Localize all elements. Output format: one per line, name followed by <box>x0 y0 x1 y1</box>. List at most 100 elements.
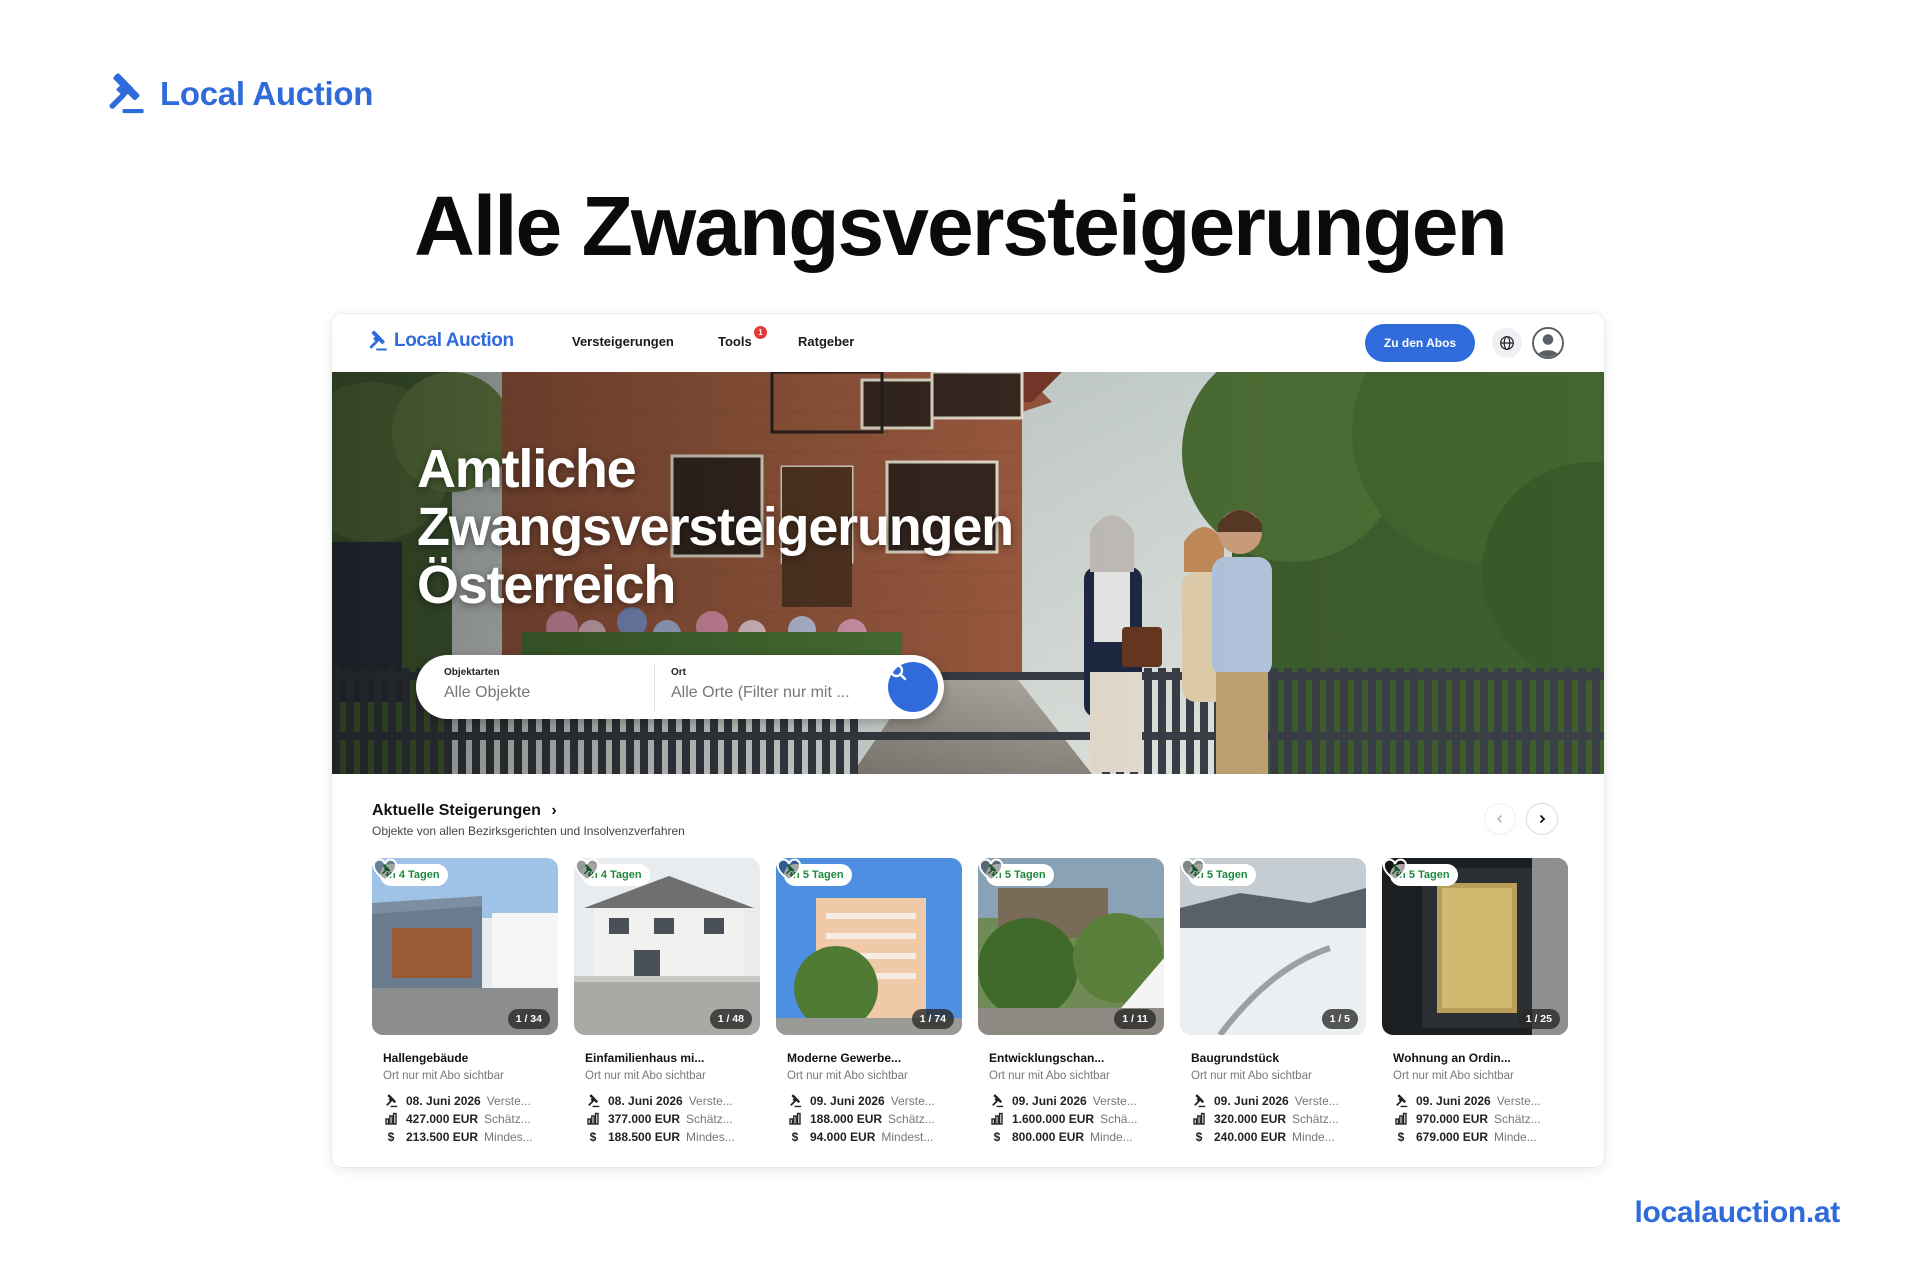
gavel-icon <box>990 1094 1004 1108</box>
image-counter: 1 / 25 <box>1517 1009 1560 1029</box>
chevron-left-icon <box>1496 814 1503 824</box>
user-avatar[interactable] <box>1532 327 1564 359</box>
auction-date-row: 08. Juni 2026 Verste... <box>586 1092 758 1110</box>
estimate-label: Schä... <box>1100 1112 1138 1126</box>
dollar-icon: $ <box>1195 1130 1203 1144</box>
estimate-label: Schätz... <box>484 1112 531 1126</box>
object-type-select[interactable]: Objektarten Alle Objekte <box>444 667 530 702</box>
section-subtitle: Objekte von allen Bezirksgerichten und I… <box>372 824 685 838</box>
auction-date-row: 09. Juni 2026 Verste... <box>1192 1092 1364 1110</box>
listing-image[interactable]: in 5 Tagen 1 / 25 <box>1382 858 1568 1035</box>
minimum-value: 240.000 EUR <box>1214 1130 1287 1144</box>
minimum-row: $ 94.000 EUR Mindest... <box>788 1128 960 1146</box>
auction-date: 09. Juni 2026 <box>1214 1094 1289 1108</box>
favorite-heart-icon[interactable] <box>1180 858 1206 884</box>
auction-date: 08. Juni 2026 <box>608 1094 683 1108</box>
hero-title: Amtliche Zwangsversteigerungen Österreic… <box>417 440 1117 614</box>
tools-notification-badge: 1 <box>754 326 767 339</box>
hero-title-line-1: Amtliche <box>417 439 637 499</box>
auction-date-label: Verste... <box>1496 1094 1541 1108</box>
gavel-icon <box>366 330 388 352</box>
location-value: Alle Orte (Filter nur mit ... <box>671 684 850 701</box>
bar-chart-icon <box>385 1112 397 1125</box>
bar-chart-icon <box>991 1112 1003 1125</box>
estimate-row: 188.000 EUR Schätz... <box>788 1110 960 1128</box>
minimum-value: 679.000 EUR <box>1416 1130 1489 1144</box>
gavel-icon <box>1192 1094 1206 1108</box>
listing-card[interactable]: in 5 Tagen 1 / 25 Wohnung an Ordin... Or… <box>1382 858 1568 1146</box>
image-counter: 1 / 48 <box>709 1009 752 1029</box>
nav-tools[interactable]: Tools <box>718 334 752 349</box>
minimum-row: $ 213.500 EUR Mindes... <box>384 1128 556 1146</box>
listing-card[interactable]: in 5 Tagen 1 / 74 Moderne Gewerbe... Ort… <box>776 858 962 1146</box>
carousel-next-button[interactable] <box>1526 803 1558 835</box>
listing-card[interactable]: in 4 Tagen 1 / 48 Einfamilienhaus mi... … <box>574 858 760 1146</box>
listing-image[interactable]: in 5 Tagen 1 / 5 <box>1180 858 1366 1035</box>
dollar-icon: $ <box>993 1130 1001 1144</box>
listing-image[interactable]: in 5 Tagen 1 / 74 <box>776 858 962 1035</box>
listing-card[interactable]: in 4 Tagen 1 / 34 Hallengebäude Ort nur … <box>372 858 558 1146</box>
subscriptions-button[interactable]: Zu den Abos <box>1365 324 1475 362</box>
auction-date: 09. Juni 2026 <box>1012 1094 1087 1108</box>
hero-title-line-3: Österreich <box>417 555 676 615</box>
listing-title[interactable]: Hallengebäude <box>383 1051 558 1065</box>
listing-title[interactable]: Entwicklungschan... <box>989 1051 1164 1065</box>
nav-ratgeber[interactable]: Ratgeber <box>798 334 854 349</box>
listing-card[interactable]: in 5 Tagen 1 / 11 Entwicklungschan... Or… <box>978 858 1164 1146</box>
bar-chart-icon <box>1193 1112 1205 1125</box>
bar-chart-icon <box>789 1112 801 1125</box>
auction-date-row: 09. Juni 2026 Verste... <box>990 1092 1162 1110</box>
app-logo[interactable]: Local Auction <box>366 330 514 352</box>
auction-date-row: 08. Juni 2026 Verste... <box>384 1092 556 1110</box>
listing-card[interactable]: in 5 Tagen 1 / 5 Baugrundstück Ort nur m… <box>1180 858 1366 1146</box>
favorite-heart-icon[interactable] <box>978 858 1004 884</box>
minimum-label: Mindest... <box>881 1130 934 1144</box>
auction-date-row: 09. Juni 2026 Verste... <box>1394 1092 1566 1110</box>
listing-carousel: in 4 Tagen 1 / 34 Hallengebäude Ort nur … <box>372 858 1572 1148</box>
auction-date-label: Verste... <box>890 1094 935 1108</box>
favorite-heart-icon[interactable] <box>372 858 398 884</box>
listing-location: Ort nur mit Abo sichtbar <box>989 1070 1110 1082</box>
favorite-heart-icon[interactable] <box>776 858 802 884</box>
listing-title[interactable]: Baugrundstück <box>1191 1051 1366 1065</box>
estimate-value: 377.000 EUR <box>608 1112 681 1126</box>
dollar-icon: $ <box>791 1130 799 1144</box>
listing-image[interactable]: in 4 Tagen 1 / 48 <box>574 858 760 1035</box>
website-url[interactable]: localauction.at <box>1634 1196 1840 1230</box>
location-select[interactable]: Ort Alle Orte (Filter nur mit ... <box>671 667 881 702</box>
gavel-icon <box>586 1094 600 1108</box>
dollar-icon: $ <box>387 1130 395 1144</box>
carousel-prev-button[interactable] <box>1484 803 1516 835</box>
listing-title[interactable]: Moderne Gewerbe... <box>787 1051 962 1065</box>
gavel-icon <box>788 1094 802 1108</box>
page-headline: Alle Zwangsversteigerungen <box>414 179 1508 273</box>
favorite-heart-icon[interactable] <box>574 858 600 884</box>
listing-image[interactable]: in 5 Tagen 1 / 11 <box>978 858 1164 1035</box>
estimate-row: 377.000 EUR Schätz... <box>586 1110 758 1128</box>
listing-title[interactable]: Einfamilienhaus mi... <box>585 1051 760 1065</box>
search-button[interactable] <box>888 662 938 712</box>
nav-versteigerungen[interactable]: Versteigerungen <box>572 334 674 349</box>
brand-logo[interactable]: Local Auction <box>102 72 373 116</box>
language-button[interactable] <box>1492 328 1522 358</box>
minimum-row: $ 679.000 EUR Minde... <box>1394 1128 1566 1146</box>
minimum-label: Minde... <box>1494 1130 1537 1144</box>
auction-date-label: Verste... <box>486 1094 531 1108</box>
minimum-label: Mindes... <box>484 1130 533 1144</box>
dollar-icon: $ <box>589 1130 597 1144</box>
image-counter: 1 / 11 <box>1114 1009 1156 1029</box>
listing-title[interactable]: Wohnung an Ordin... <box>1393 1051 1568 1065</box>
estimate-row: 970.000 EUR Schätz... <box>1394 1110 1566 1128</box>
favorite-heart-icon[interactable] <box>1382 858 1408 884</box>
object-type-label: Objektarten <box>444 667 500 678</box>
section-title[interactable]: Aktuelle Steigerungen › <box>372 802 557 820</box>
listing-location: Ort nur mit Abo sichtbar <box>383 1070 504 1082</box>
estimate-row: 1.600.000 EUR Schä... <box>990 1110 1162 1128</box>
auction-date: 09. Juni 2026 <box>1416 1094 1491 1108</box>
minimum-label: Minde... <box>1090 1130 1133 1144</box>
hero-banner: Amtliche Zwangsversteigerungen Österreic… <box>332 372 1604 774</box>
minimum-value: 213.500 EUR <box>406 1130 479 1144</box>
estimate-row: 320.000 EUR Schätz... <box>1192 1110 1364 1128</box>
location-label: Ort <box>671 667 686 678</box>
listing-image[interactable]: in 4 Tagen 1 / 34 <box>372 858 558 1035</box>
